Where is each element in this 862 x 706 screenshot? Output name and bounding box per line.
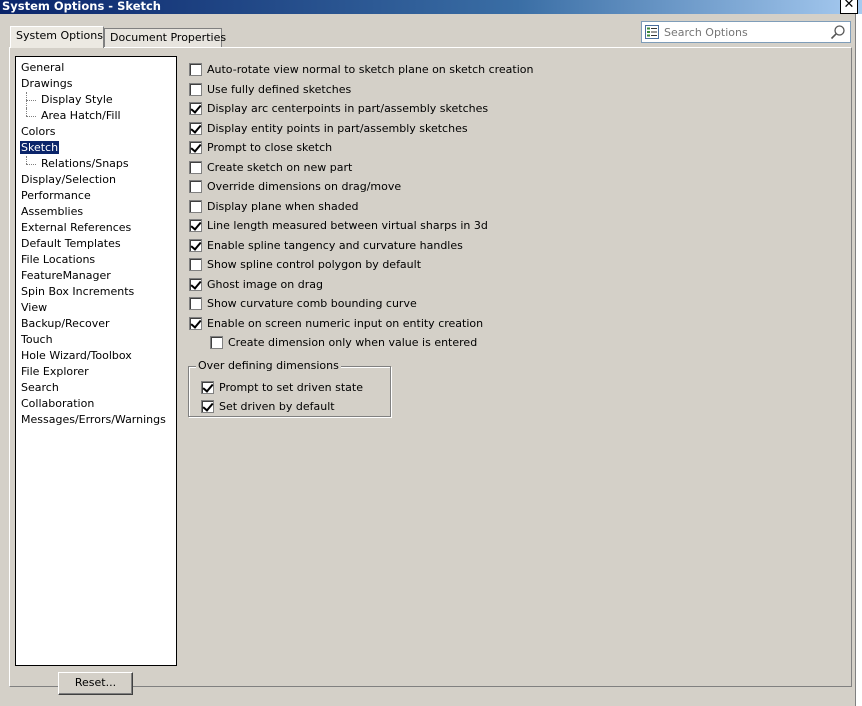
search-input[interactable] [664,23,824,41]
checkbox[interactable] [189,121,202,135]
tree-item-assemblies[interactable]: Assemblies [16,204,176,220]
close-button[interactable]: ✕ [840,0,858,14]
tree-item-default-templates[interactable]: Default Templates [16,236,176,252]
search-icon[interactable] [830,24,846,40]
window-title: System Options - Sketch [2,0,161,13]
tree-item-performance[interactable]: Performance [16,188,176,204]
tree-item-general[interactable]: General [16,60,176,76]
options-list-icon [645,25,659,39]
group-legend: Over defining dimensions [196,359,341,372]
checkbox[interactable] [189,63,202,76]
checkbox[interactable] [189,141,202,154]
tree-item-colors[interactable]: Colors [16,124,176,140]
checkbox[interactable] [189,180,202,193]
tab-document-properties[interactable]: Document Properties [104,28,226,48]
tree-item-sketch[interactable]: Sketch [16,140,176,156]
tree-item-relations-snaps[interactable]: Relations/Snaps [16,156,176,172]
tree-item-file-explorer[interactable]: File Explorer [16,364,176,380]
over-defining-dimensions-group: Over defining dimensions Prompt to set d… [188,359,391,417]
tab-system-options[interactable]: System Options [10,26,104,48]
checkbox[interactable] [201,381,214,394]
search-box[interactable] [641,21,851,43]
tree-item-area-hatch-fill[interactable]: Area Hatch/Fill [16,108,176,124]
tab-label: Document Properties [110,31,227,44]
tree-item-backup-recover[interactable]: Backup/Recover [16,316,176,332]
tree-item-featuremanager[interactable]: FeatureManager [16,268,176,284]
options-dialog: System Options Document Properties Gener… [0,14,862,706]
tree-item-touch[interactable]: Touch [16,332,176,348]
tree-item-hole-wizard-toolbox[interactable]: Hole Wizard/Toolbox [16,348,176,364]
checkbox[interactable] [189,238,202,252]
checkbox[interactable] [210,336,223,349]
title-bar: System Options - Sketch ✕ [0,0,862,14]
checkbox[interactable] [189,82,202,96]
checkbox[interactable] [189,199,202,213]
tree-item-messages-errors-warnings[interactable]: Messages/Errors/Warnings [16,412,176,428]
tree-item-file-locations[interactable]: File Locations [16,252,176,268]
checkbox[interactable] [189,219,202,232]
tab-label: System Options [16,29,103,42]
checkbox[interactable] [189,277,202,291]
tree-item-external-references[interactable]: External References [16,220,176,236]
reset-button[interactable]: Reset... [58,672,133,695]
checkbox[interactable] [189,160,202,174]
checkbox[interactable] [189,316,202,330]
tree-item-collaboration[interactable]: Collaboration [16,396,176,412]
tree-item-search[interactable]: Search [16,380,176,396]
checkbox[interactable] [189,297,202,310]
checkbox[interactable] [201,400,214,413]
tree-item-display-style[interactable]: Display Style [16,92,176,108]
tree-item-display-selection[interactable]: Display/Selection [16,172,176,188]
tree-item-drawings[interactable]: Drawings [16,76,176,92]
close-icon: ✕ [843,0,855,12]
tree-item-spin-box-increments[interactable]: Spin Box Increments [16,284,176,300]
window-edge [855,14,862,706]
options-tree[interactable]: General Drawings Display Style Area Hatc… [15,56,177,666]
checkbox[interactable] [189,102,202,115]
checkbox[interactable] [189,258,202,271]
reset-label: Reset... [74,676,117,689]
tree-item-view[interactable]: View [16,300,176,316]
